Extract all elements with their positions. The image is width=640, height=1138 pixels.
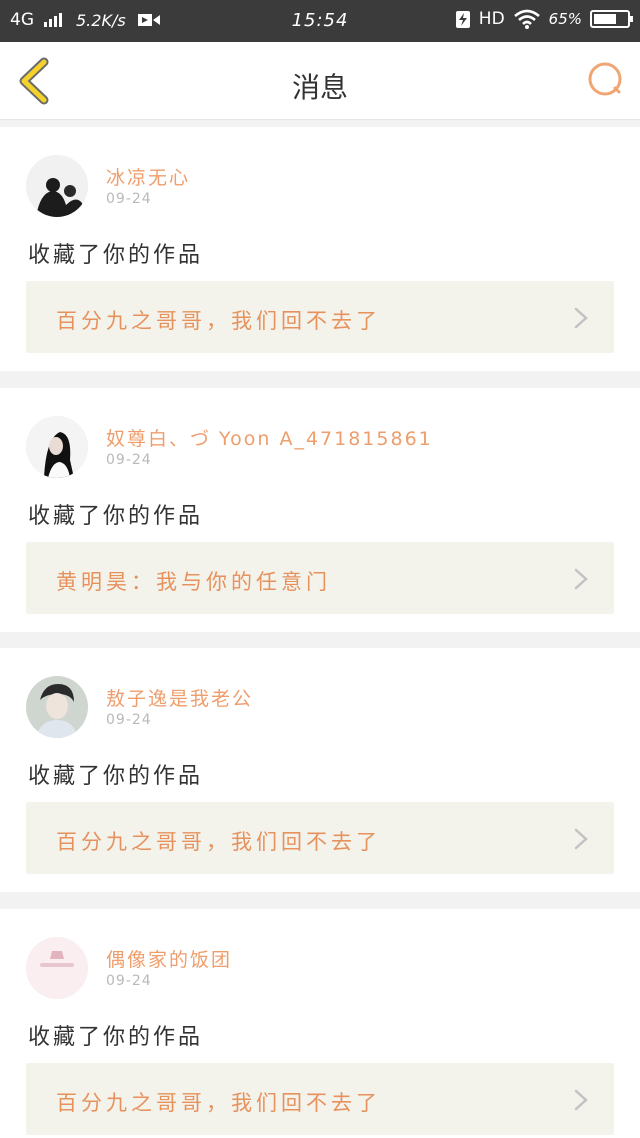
message-card[interactable]: 敖子逸是我老公 09-24 收藏了你的作品 百分九之哥哥，我们回不去了 [0,648,640,892]
avatar[interactable] [26,937,88,999]
work-title: 百分九之哥哥，我们回不去了 [56,309,381,333]
work-title: 百分九之哥哥，我们回不去了 [56,1091,381,1115]
status-bar: 4G 5.2K/s 15:54 HD 65% [0,0,640,42]
chevron-right-icon [574,568,588,590]
nav-bar: 消息 [0,42,640,120]
chevron-right-icon [574,307,588,329]
work-title: 黄明昊：我与你的任意门 [56,570,331,594]
work-link[interactable]: 百分九之哥哥，我们回不去了 [26,802,614,874]
username[interactable]: 奴尊白、づ Yoon A_471815861 [106,424,433,451]
message-card[interactable]: 冰凉无心 09-24 收藏了你的作品 百分九之哥哥，我们回不去了 [0,127,640,371]
work-title: 百分九之哥哥，我们回不去了 [56,830,381,854]
message-date: 09-24 [106,973,152,989]
avatar[interactable] [26,155,88,217]
work-link[interactable]: 百分九之哥哥，我们回不去了 [26,1063,614,1135]
work-link[interactable]: 黄明昊：我与你的任意门 [26,542,614,614]
action-text: 收藏了你的作品 [28,764,204,789]
action-text: 收藏了你的作品 [28,504,204,529]
status-right: HD 65% [455,9,633,29]
battery-icon [590,10,633,28]
wifi-icon [513,9,540,29]
message-card[interactable]: 奴尊白、づ Yoon A_471815861 09-24 收藏了你的作品 黄明昊… [0,388,640,632]
message-date: 09-24 [106,191,152,207]
chevron-right-icon [574,828,588,850]
search-button[interactable] [586,60,626,100]
action-text: 收藏了你的作品 [28,1025,204,1050]
username[interactable]: 偶像家的饭团 [106,945,232,972]
battery-percent: 65% [548,10,582,28]
username[interactable]: 冰凉无心 [106,163,190,190]
message-date: 09-24 [106,712,152,728]
message-date: 09-24 [106,452,152,468]
avatar[interactable] [26,416,88,478]
work-link[interactable]: 百分九之哥哥，我们回不去了 [26,281,614,353]
page-title: 消息 [291,71,348,104]
chevron-right-icon [574,1089,588,1111]
avatar[interactable] [26,676,88,738]
battery-saver-icon [455,11,470,28]
hd-label: HD [478,9,505,29]
message-card[interactable]: 偶像家的饭团 09-24 收藏了你的作品 百分九之哥哥，我们回不去了 [0,909,640,1138]
action-text: 收藏了你的作品 [28,243,204,268]
username[interactable]: 敖子逸是我老公 [106,684,253,711]
